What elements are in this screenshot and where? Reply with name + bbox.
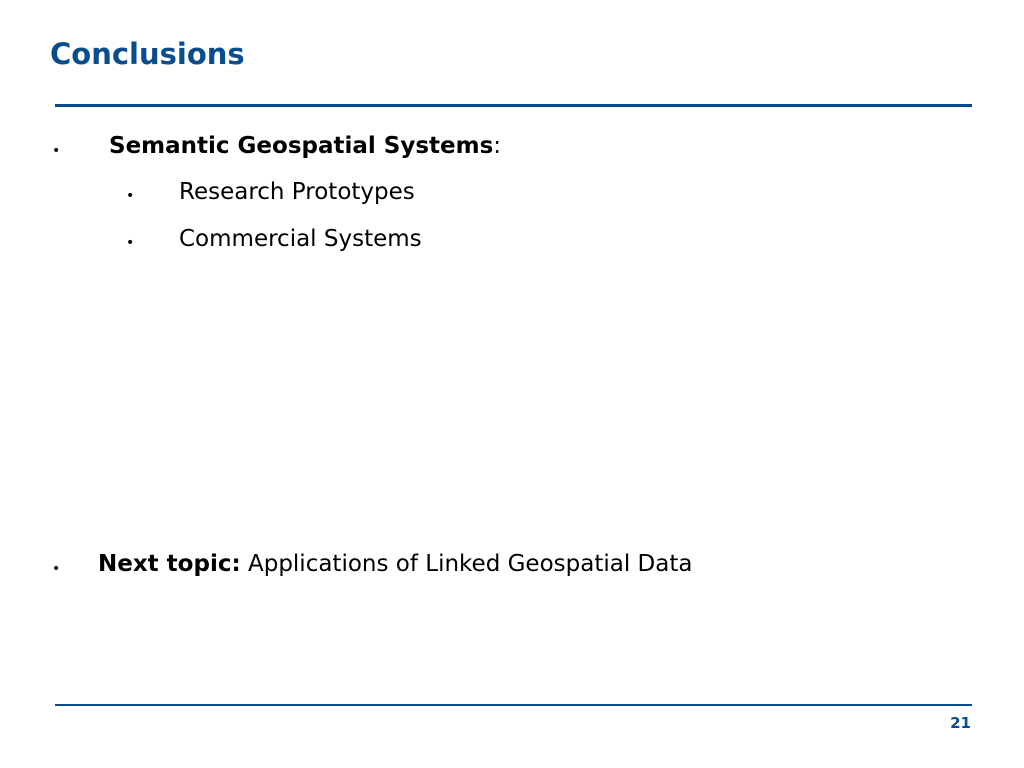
bullet-body: Applications of Linked Geospatial Data	[240, 551, 693, 577]
bullet-marker: •	[52, 143, 61, 159]
title-divider	[55, 104, 972, 107]
bullet-marker: •	[52, 561, 61, 577]
bullet-next-topic: Next topic: Applications of Linked Geosp…	[98, 551, 692, 577]
sub-bullet-marker: •	[126, 188, 135, 204]
footer-divider	[55, 704, 972, 706]
bullet-suffix: :	[493, 133, 502, 159]
sub-bullet-commercial-systems: Commercial Systems	[179, 226, 422, 252]
slide-title: Conclusions	[50, 37, 245, 71]
sub-bullet-research-prototypes: Research Prototypes	[179, 179, 415, 205]
bullet-semantic-geospatial-systems: Semantic Geospatial Systems:	[109, 133, 501, 159]
bullet-heading: Next topic:	[98, 551, 241, 577]
page-number: 21	[950, 714, 971, 732]
sub-bullet-marker: •	[126, 235, 135, 251]
bullet-heading: Semantic Geospatial Systems	[109, 133, 494, 159]
